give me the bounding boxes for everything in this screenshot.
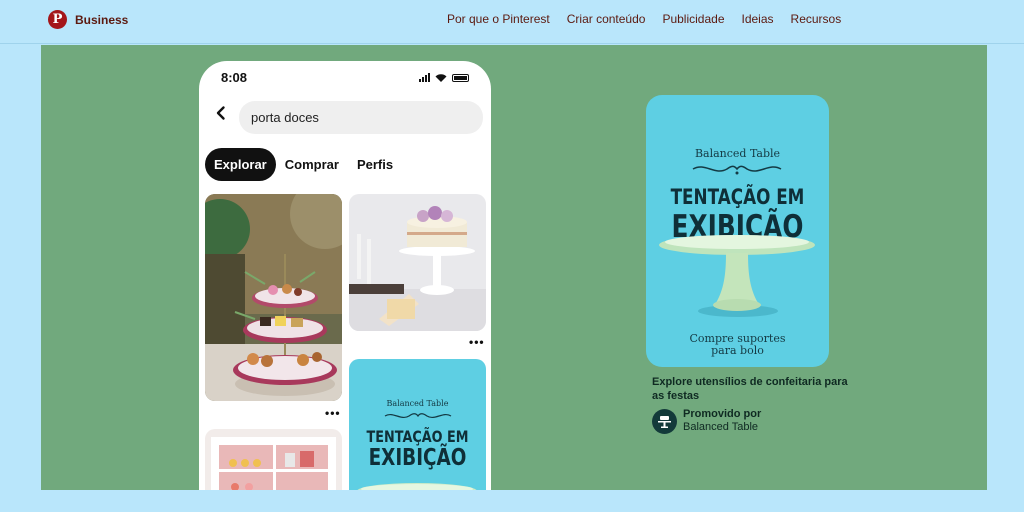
nav-link-ideas[interactable]: Ideias: [742, 12, 774, 26]
pinterest-logo-icon: P: [48, 10, 67, 29]
pin-brand-text: Balanced Table: [386, 399, 449, 408]
main-nav: Por que o Pinterest Criar conteúdo Publi…: [447, 12, 858, 26]
tab-explorar[interactable]: Explorar: [205, 148, 276, 181]
status-icons: [419, 73, 469, 82]
promoted-brand: Balanced Table: [683, 421, 759, 433]
promo-title-line1: TENTAÇÃO EM: [670, 185, 805, 209]
pin-options-button[interactable]: •••: [469, 335, 485, 349]
shelf-illustration: [205, 429, 342, 490]
brand-avatar: [652, 408, 677, 434]
back-arrow-icon[interactable]: [213, 105, 229, 121]
pin-shelf-image[interactable]: [205, 429, 342, 490]
pin-title-line1: TENTAÇÃO EM: [366, 427, 469, 446]
pin-cake-stand-image[interactable]: [349, 194, 486, 331]
tab-perfis[interactable]: Perfis: [348, 148, 402, 181]
promoted-by[interactable]: Promovido por Balanced Table: [652, 408, 761, 434]
nav-link-advertising[interactable]: Publicidade: [662, 12, 724, 26]
pin-tiered-stand-image[interactable]: [205, 194, 342, 401]
nav-link-resources[interactable]: Recursos: [791, 12, 842, 26]
nav-link-create-content[interactable]: Criar conteúdo: [567, 12, 646, 26]
brand-name: Business: [75, 12, 129, 27]
promo-cta-line2: para bolo: [711, 344, 764, 357]
cake-stand-illustration: [349, 194, 486, 331]
phone-mockup: 8:08 porta doces Explorar Comprar Perfis: [199, 61, 491, 490]
promo-brand-text: Balanced Table: [694, 147, 781, 160]
search-tabs: Explorar Comprar Perfis: [205, 148, 402, 181]
top-navigation: P Business Por que o Pinterest Criar con…: [0, 0, 1024, 44]
status-time: 8:08: [221, 70, 248, 85]
nav-link-why-pinterest[interactable]: Por que o Pinterest: [447, 12, 550, 26]
pin-title-line2: EXIBIÇÃO: [368, 445, 467, 471]
search-input[interactable]: porta doces: [239, 101, 483, 134]
promoted-text: Promovido por Balanced Table: [683, 408, 761, 434]
promo-caption: Explore utensílios de confeitaria para a…: [652, 376, 848, 402]
promoted-label: Promovido por: [683, 408, 762, 420]
promo-cta-text: Compre suportes para bolo: [646, 333, 829, 357]
hero-section: 8:08 porta doces Explorar Comprar Perfis: [41, 45, 987, 490]
cake-stand-icon: [659, 235, 815, 317]
battery-icon: [452, 73, 469, 82]
brand-link[interactable]: P Business: [48, 10, 128, 29]
wifi-icon: [435, 74, 447, 82]
signal-icon: [419, 73, 430, 82]
ornament-icon: [692, 165, 782, 175]
promoted-pin-card[interactable]: Balanced Table TENTAÇÃO EM EXIBIÇÃO Comp…: [646, 95, 829, 367]
tab-comprar[interactable]: Comprar: [276, 148, 348, 181]
pin-promoted-preview[interactable]: Balanced Table TENTAÇÃO EM EXIBIÇÃO: [349, 359, 486, 490]
pin-options-button[interactable]: •••: [325, 406, 341, 420]
ornament-icon: [384, 413, 452, 419]
cake-stand-icon: [658, 415, 671, 428]
tiered-stand-illustration: [205, 194, 342, 401]
cake-stand-icon: [357, 483, 477, 490]
